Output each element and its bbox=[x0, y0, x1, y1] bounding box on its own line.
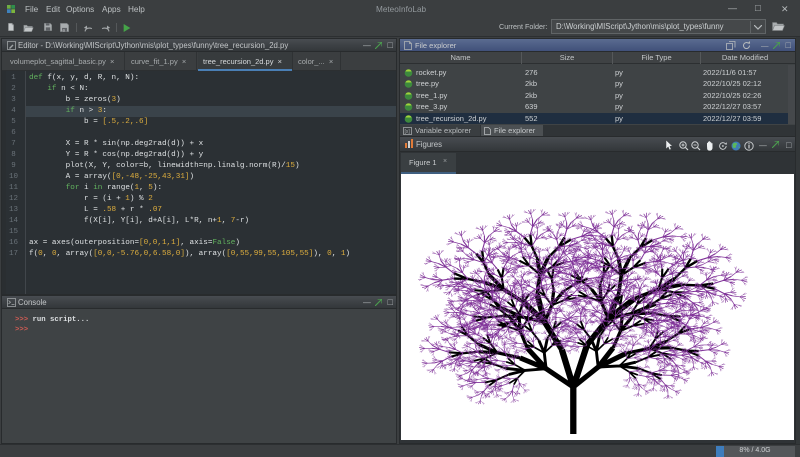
svg-text:[x]: [x] bbox=[405, 129, 411, 135]
